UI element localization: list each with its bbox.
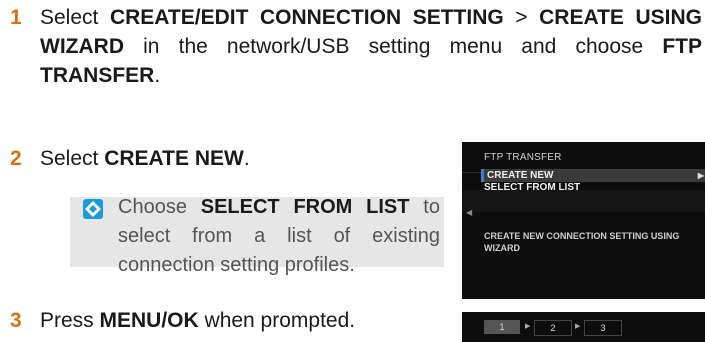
note-text: Choose SELECT FROM LIST to select from a… xyxy=(118,193,440,280)
text-run: . xyxy=(154,64,161,87)
camera-screen-ftp-transfer: FTP TRANSFER CREATE NEW ▶ SELECT FROM LI… xyxy=(462,142,705,299)
emphasis-term: CREATE NEW xyxy=(104,147,244,170)
note-icon xyxy=(83,199,103,219)
text-run: Choose xyxy=(118,196,201,218)
text-run: > xyxy=(503,6,540,29)
screen-title: FTP TRANSFER xyxy=(484,152,562,163)
chevron-right-icon: ▶ xyxy=(575,323,581,330)
text-run: Select xyxy=(40,6,110,29)
step-number-2: 2 xyxy=(10,147,22,170)
emphasis-term: CREATE/EDIT CONNECTION SETTING xyxy=(109,6,504,29)
chevron-right-icon: ▶ xyxy=(525,323,531,330)
emphasis-term: SELECT FROM LIST xyxy=(200,196,410,218)
wizard-step-2: 2 xyxy=(534,320,572,336)
text-run: Select xyxy=(40,147,105,170)
text-run: when prompted. xyxy=(198,309,356,332)
emphasis-term: MENU/OK xyxy=(99,309,199,332)
camera-screen-wizard: 1 ▶ 2 ▶ 3 xyxy=(462,312,705,342)
step-1-text: Select CREATE/EDIT CONNECTION SETTING > … xyxy=(40,3,702,90)
menu-item-label: SELECT FROM LIST xyxy=(484,182,581,193)
step-number-1: 1 xyxy=(10,6,22,29)
step-2-text: Select CREATE NEW. xyxy=(40,144,440,173)
menu-item-label: CREATE NEW xyxy=(487,170,554,181)
step-number-3: 3 xyxy=(10,309,22,332)
step-3-text: Press MENU/OK when prompted. xyxy=(40,306,460,335)
menu-item-select-from-list[interactable]: SELECT FROM LIST xyxy=(484,181,705,194)
text-run: Press xyxy=(40,309,100,332)
wizard-step-1: 1 xyxy=(484,320,520,334)
wizard-step-3: 3 xyxy=(584,320,622,336)
chevron-left-icon: ◀ xyxy=(466,208,473,217)
screen-description: CREATE NEW CONNECTION SETTING USING WIZA… xyxy=(484,231,680,253)
text-run: in the network/USB setting menu and choo… xyxy=(123,35,663,58)
text-run: . xyxy=(243,147,250,170)
